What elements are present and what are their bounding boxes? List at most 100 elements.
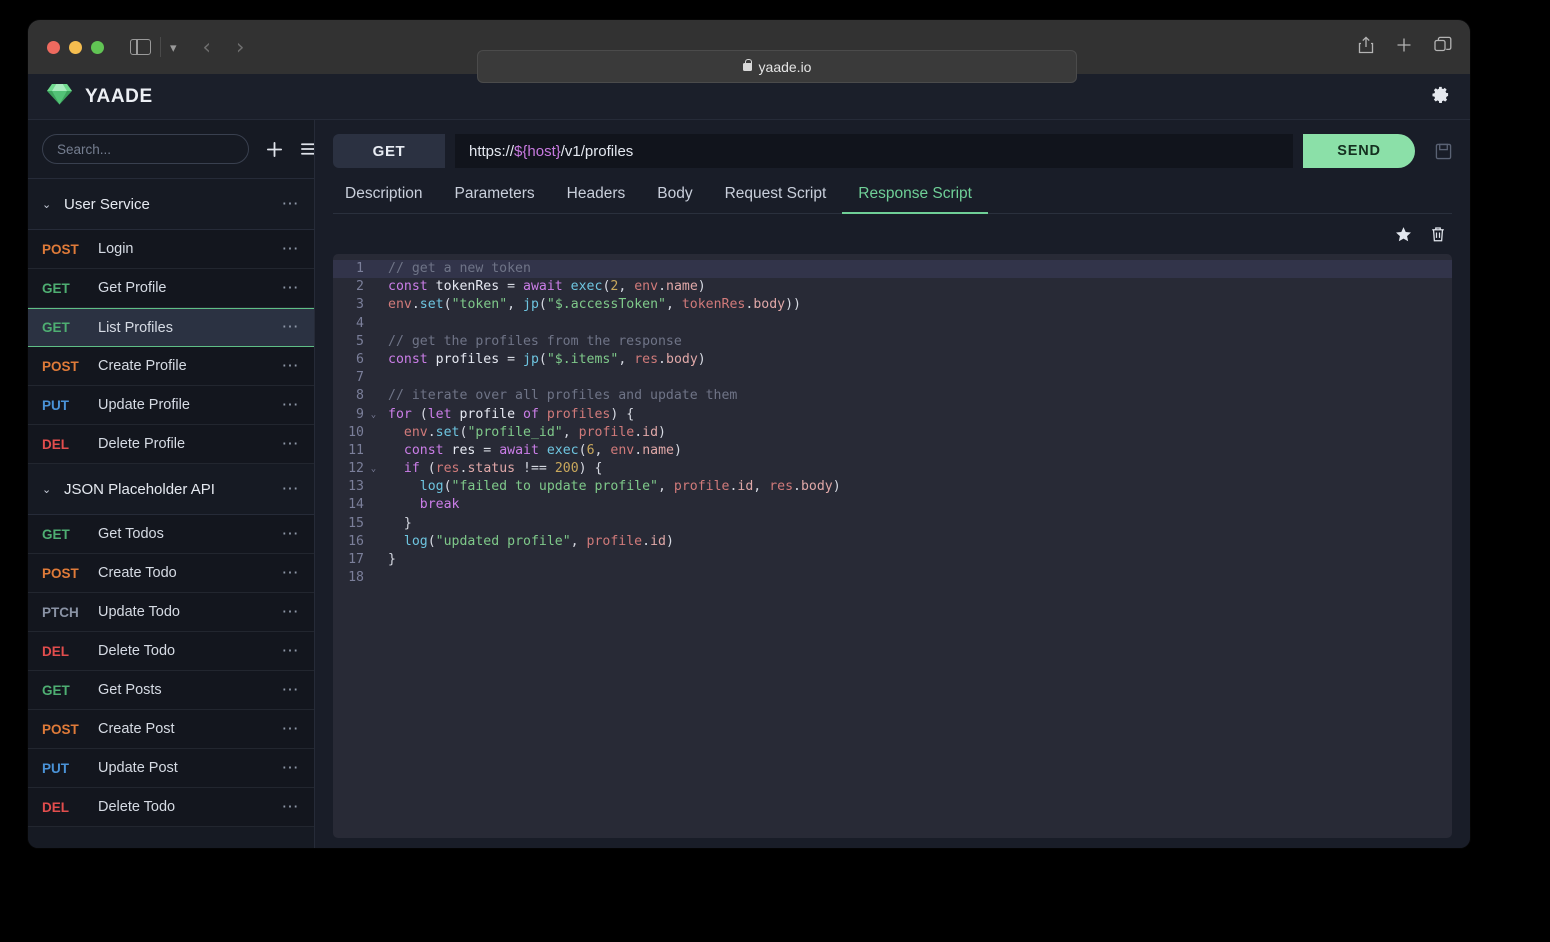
request-more-button[interactable]: ⋯ <box>282 318 301 335</box>
share-icon[interactable] <box>1358 35 1374 59</box>
request-list-item[interactable]: POST Create Profile ⋯ <box>28 347 314 386</box>
code-token: , <box>570 533 587 549</box>
request-more-button[interactable]: ⋯ <box>282 798 301 815</box>
code-token: name <box>666 279 698 295</box>
fold-chevron-icon[interactable]: ⌄ <box>367 406 380 424</box>
code-token: tokenRes <box>681 297 746 313</box>
send-button[interactable]: SEND <box>1303 134 1415 168</box>
url-input[interactable]: https://${host}/v1/profiles <box>455 134 1293 168</box>
code-token: jp <box>523 351 539 367</box>
request-name-label: List Profiles <box>98 319 173 336</box>
request-more-button[interactable]: ⋯ <box>282 720 301 737</box>
tab-description[interactable]: Description <box>333 185 439 214</box>
close-window-button[interactable] <box>47 40 60 54</box>
code-token: = <box>507 351 516 367</box>
request-tabs: Description Parameters Headers Body Request … <box>333 174 1452 214</box>
collection-group-more-button[interactable]: ⋯ <box>282 480 301 497</box>
code-token: ) <box>658 424 666 440</box>
request-more-button[interactable]: ⋯ <box>282 240 301 257</box>
code-line-content: const profiles = jp("$.items", res.body) <box>380 351 706 369</box>
code-token: env <box>388 297 412 313</box>
tab-response-script[interactable]: Response Script <box>842 185 988 214</box>
gear-icon[interactable] <box>1431 85 1450 109</box>
code-token: , <box>594 442 611 458</box>
request-list-item[interactable]: DEL Delete Todo ⋯ <box>28 788 314 827</box>
sidebar-toggle-icon[interactable] <box>130 39 151 55</box>
tab-body[interactable]: Body <box>641 185 708 214</box>
request-more-button[interactable]: ⋯ <box>282 435 301 452</box>
code-line: 2 const tokenRes = await exec(2, env.name… <box>333 278 1452 296</box>
code-line: 14 break <box>333 496 1452 514</box>
code-line-content: env.set("profile_id", profile.id) <box>380 424 666 442</box>
request-more-button[interactable]: ⋯ <box>282 642 301 659</box>
request-list-item[interactable]: PUT Update Post ⋯ <box>28 749 314 788</box>
request-list-item[interactable]: GET Get Todos ⋯ <box>28 515 314 554</box>
request-method-label: GET <box>42 320 70 335</box>
request-more-button[interactable]: ⋯ <box>282 357 301 374</box>
request-more-button[interactable]: ⋯ <box>282 279 301 296</box>
request-list-item[interactable]: GET Get Posts ⋯ <box>28 671 314 710</box>
request-list-item[interactable]: PUT Update Profile ⋯ <box>28 386 314 425</box>
search-input[interactable] <box>42 134 249 164</box>
code-token: , <box>507 297 524 313</box>
tab-request-script[interactable]: Request Script <box>709 185 843 214</box>
code-token: status <box>467 461 516 477</box>
code-line: 18 <box>333 569 1452 587</box>
line-number: 14 <box>348 497 364 513</box>
request-more-button[interactable]: ⋯ <box>282 396 301 413</box>
chevron-left-icon[interactable]: ‹ <box>203 36 211 58</box>
code-line-content: env.set("token", jp("$.accessToken", tok… <box>380 296 801 314</box>
trash-icon[interactable] <box>1430 226 1446 243</box>
star-icon[interactable] <box>1395 226 1412 243</box>
url-variable: ${host} <box>514 142 561 160</box>
code-line-content: } <box>380 551 396 569</box>
code-token: exec <box>546 442 579 458</box>
floppy-disk-icon[interactable] <box>1435 143 1452 160</box>
request-method-label: DEL <box>42 799 69 815</box>
line-number: 18 <box>348 570 364 586</box>
request-list-item[interactable]: GET List Profiles ⋯ <box>28 308 314 347</box>
code-editor[interactable]: 1 // get a new token 2 const tokenRes = awa… <box>333 254 1452 838</box>
tabs-overview-icon[interactable] <box>1434 36 1452 59</box>
request-list-item[interactable]: DEL Delete Profile ⋯ <box>28 425 314 464</box>
request-more-button[interactable]: ⋯ <box>282 564 301 581</box>
request-list-item[interactable]: POST Login ⋯ <box>28 230 314 269</box>
request-more-button[interactable]: ⋯ <box>282 525 301 542</box>
method-selector[interactable]: GET <box>333 134 445 168</box>
sidebar-menu-button[interactable] <box>300 141 314 157</box>
request-panel: GET https://${host}/v1/profiles SEND Des… <box>315 120 1470 848</box>
plus-icon[interactable] <box>1396 37 1412 58</box>
request-list-item[interactable]: GET Get Profile ⋯ <box>28 269 314 308</box>
code-token: "profile_id" <box>467 424 563 440</box>
tab-parameters[interactable]: Parameters <box>439 185 551 214</box>
request-more-button[interactable]: ⋯ <box>282 681 301 698</box>
collection-group-header[interactable]: ⌄ User Service ⋯ <box>28 179 314 230</box>
maximize-window-button[interactable] <box>91 40 104 54</box>
request-list-item[interactable]: DEL Delete Todo ⋯ <box>28 632 314 671</box>
browser-address-bar[interactable]: yaade.io <box>477 50 1077 83</box>
request-list-item[interactable]: POST Create Post ⋯ <box>28 710 314 749</box>
chevron-down-icon[interactable]: ▾ <box>170 41 177 54</box>
add-collection-button[interactable] <box>265 140 284 159</box>
code-token: body <box>666 351 698 367</box>
chevron-down-icon[interactable]: ⌄ <box>42 198 64 211</box>
window-traffic-lights <box>47 40 104 54</box>
collection-group-more-button[interactable]: ⋯ <box>282 195 301 212</box>
request-list-item[interactable]: PTCH Update Todo ⋯ <box>28 593 314 632</box>
fold-chevron-icon[interactable]: ⌄ <box>367 460 380 478</box>
collection-group-header[interactable]: ⌄ JSON Placeholder API ⋯ <box>28 464 314 515</box>
chevron-down-icon[interactable]: ⌄ <box>42 483 64 496</box>
request-name-label: Login <box>98 241 134 257</box>
request-more-button[interactable]: ⋯ <box>282 759 301 776</box>
minimize-window-button[interactable] <box>69 40 82 54</box>
request-more-button[interactable]: ⋯ <box>282 603 301 620</box>
chevron-right-icon[interactable]: › <box>236 36 244 58</box>
tab-headers[interactable]: Headers <box>551 185 642 214</box>
code-token: res <box>443 442 484 458</box>
request-list-item[interactable]: POST Create Todo ⋯ <box>28 554 314 593</box>
code-token: set <box>435 424 460 440</box>
